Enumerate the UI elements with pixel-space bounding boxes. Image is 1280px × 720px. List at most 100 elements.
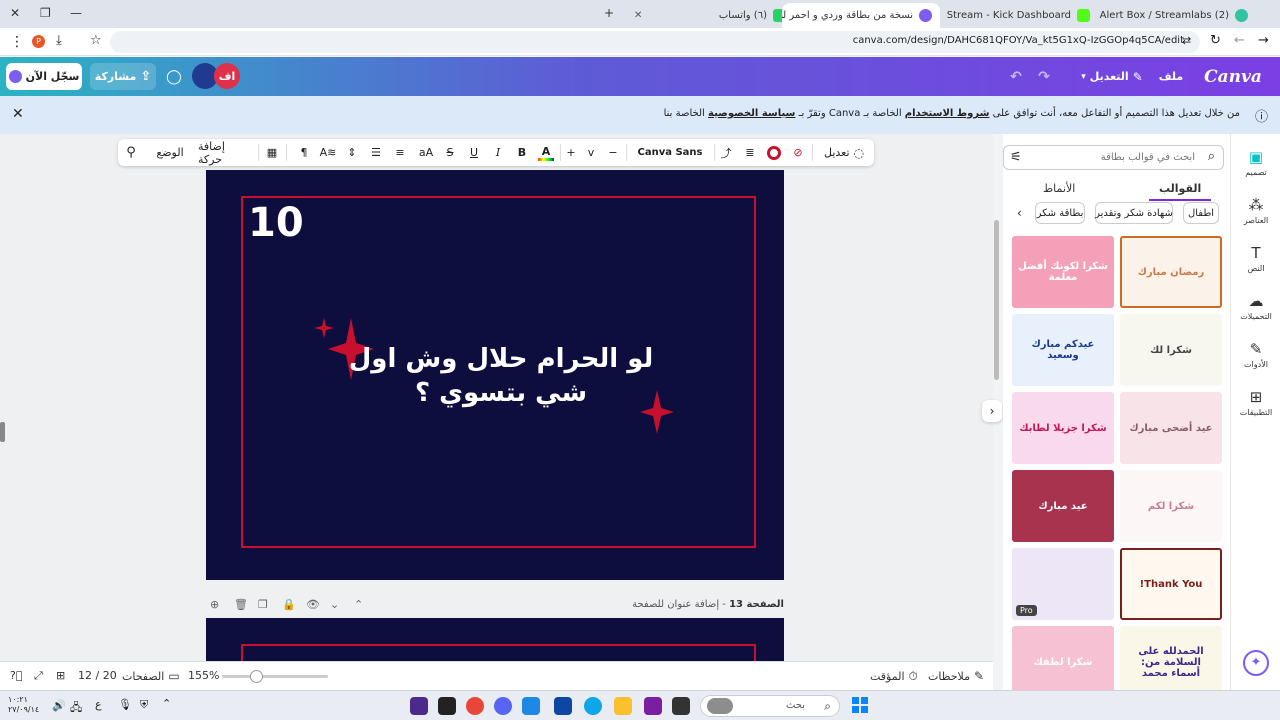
- tab-streamlabs[interactable]: (2) Alert Box / Streamlabs ✕: [1098, 3, 1256, 28]
- color-circle-icon[interactable]: [766, 144, 782, 161]
- clock[interactable]: ١٠:٢١ ٢٧/٠٩/١٤: [8, 695, 39, 715]
- app-icon-2[interactable]: [438, 697, 456, 715]
- sidebar-item-text[interactable]: T النص: [1231, 244, 1280, 273]
- chrome-icon[interactable]: [466, 697, 484, 715]
- new-tab-icon[interactable]: +: [604, 6, 614, 20]
- line-spacing-icon[interactable]: ⇕: [344, 144, 360, 161]
- edit-element-button[interactable]: ◌ تعديل: [818, 144, 870, 161]
- panel-resize-handle[interactable]: [0, 422, 5, 442]
- font-family-select[interactable]: Canva Sans: [630, 144, 710, 161]
- app-icon-9[interactable]: [644, 697, 662, 715]
- app-icon-5[interactable]: [522, 697, 540, 715]
- position-button[interactable]: الوضع: [152, 144, 188, 161]
- zoom-slider[interactable]: [222, 670, 328, 683]
- windows-start-icon[interactable]: [852, 697, 868, 713]
- text-effects-icon[interactable]: A≋: [320, 144, 337, 161]
- bookmark-star-icon[interactable]: ☆: [90, 33, 102, 48]
- minimize-window-icon[interactable]: —: [70, 6, 82, 20]
- align-center-icon[interactable]: ≡: [392, 144, 408, 161]
- template-search-box[interactable]: ⚟ ⌕: [1003, 145, 1224, 170]
- canva-logo[interactable]: Canva: [1200, 63, 1266, 90]
- slide-question-text[interactable]: لو الحرام حلال وش اول شي بتسوي ؟: [336, 342, 666, 410]
- page-counter[interactable]: 20 / 12: [78, 669, 117, 682]
- slide-canvas[interactable]: 10 لو الحرام حلال وش اول شي بتسوي ؟: [206, 170, 784, 580]
- filter-icon[interactable]: ⚟: [1010, 150, 1022, 165]
- app-icon-1[interactable]: [410, 697, 428, 715]
- sidebar-item-uploads[interactable]: ☁ التحميلات: [1231, 292, 1280, 321]
- tab-templates[interactable]: القوالب: [1149, 182, 1212, 201]
- tray-chevron-icon[interactable]: ⌃: [162, 697, 171, 710]
- timer-button[interactable]: ⏱ المؤقت: [870, 669, 918, 684]
- text-color-icon[interactable]: A: [538, 144, 554, 161]
- template-thumbnail[interactable]: عيدكم مبارك وسعيد: [1012, 314, 1114, 386]
- zoom-value[interactable]: 155%: [188, 669, 219, 682]
- chevron-down-icon[interactable]: ⌄: [330, 598, 339, 611]
- back-icon[interactable]: →: [1258, 33, 1269, 48]
- comment-icon[interactable]: ◯: [162, 63, 186, 90]
- pages-button[interactable]: ▭ الصفحات: [122, 669, 180, 683]
- terms-link[interactable]: شروط الاستخدام: [905, 108, 990, 119]
- font-size-increase-button[interactable]: +: [564, 144, 578, 161]
- chip-certificate[interactable]: شهادة شكر وتقدير: [1095, 202, 1173, 224]
- animate-button[interactable]: إضافة حركة: [198, 140, 252, 166]
- zoom-slider-thumb[interactable]: [250, 670, 263, 683]
- template-thumbnail[interactable]: عيد مبارك: [1012, 470, 1114, 542]
- close-tab-icon[interactable]: ✕: [634, 10, 642, 21]
- help-icon[interactable]: ?⃝: [10, 669, 22, 682]
- paint-format-icon[interactable]: ⚲: [123, 144, 139, 161]
- transparency-icon[interactable]: ▦: [264, 144, 280, 161]
- forward-icon[interactable]: ←: [1234, 33, 1245, 48]
- download-icon[interactable]: ⤓: [56, 33, 62, 48]
- template-thumbnail[interactable]: Pro: [1012, 548, 1114, 620]
- template-thumbnail[interactable]: شكرا لكم: [1120, 470, 1222, 542]
- template-thumbnail[interactable]: شكرا لك: [1120, 314, 1222, 386]
- store-icon[interactable]: [554, 697, 572, 715]
- chip-thank-card[interactable]: بطاقة شكر: [1035, 202, 1085, 224]
- input-language[interactable]: ع: [95, 698, 102, 711]
- discord-icon[interactable]: [494, 697, 512, 715]
- font-size-decrease-button[interactable]: −: [606, 144, 620, 161]
- template-thumbnail[interactable]: الحمدلله على السلامة من: أسماء محمد: [1120, 626, 1222, 698]
- tab-kick[interactable]: Stream - Kick Dashboard ✕: [940, 3, 1098, 28]
- network-icon[interactable]: 🖧: [70, 699, 82, 718]
- tab-canva[interactable]: نسخة من بطاقة وردي و احمر لط... ✕: [782, 3, 940, 28]
- app-icon-10[interactable]: [672, 697, 690, 715]
- taskbar-search[interactable]: بحث ⌕: [700, 695, 840, 717]
- undo-icon[interactable]: ↶: [1006, 63, 1026, 90]
- tab-whatsapp[interactable]: (٦) واتساب ✕: [626, 3, 794, 28]
- edge-icon[interactable]: [584, 697, 602, 715]
- share-button[interactable]: ⇪ مشاركة: [90, 63, 156, 90]
- chevron-up-icon[interactable]: ⌃: [354, 598, 363, 611]
- redo-icon[interactable]: ↷: [1034, 63, 1054, 90]
- curve-text-icon[interactable]: ⤴: [718, 144, 734, 161]
- sidebar-item-apps[interactable]: ⊞ التطبيقات: [1231, 388, 1280, 417]
- signup-button[interactable]: سجّل الآن: [6, 63, 82, 90]
- italic-button[interactable]: I: [490, 144, 506, 161]
- chip-kids[interactable]: اطفال: [1183, 202, 1219, 224]
- close-tab-icon[interactable]: ✕: [940, 10, 941, 21]
- template-search-input[interactable]: [1030, 148, 1195, 167]
- sidebar-item-design[interactable]: ▣ تصميم: [1231, 148, 1280, 177]
- template-thumbnail[interactable]: شكرا لكونك أفضل معلمة: [1012, 236, 1114, 308]
- edit-menu-button[interactable]: ✎ التعديل ▾: [1074, 63, 1150, 90]
- collapse-panel-button[interactable]: ›: [982, 400, 1002, 422]
- notes-button[interactable]: ✎ ملاحظات: [928, 669, 984, 683]
- speaker-icon[interactable]: 🔊: [52, 699, 66, 712]
- hide-page-icon[interactable]: 👁: [306, 598, 320, 611]
- reload-icon[interactable]: ↻: [1210, 33, 1221, 48]
- text-direction-icon[interactable]: ¶: [296, 144, 312, 161]
- file-menu-button[interactable]: ملف: [1156, 63, 1186, 90]
- font-size-value[interactable]: v: [584, 144, 598, 161]
- close-notice-icon[interactable]: ✕: [12, 106, 24, 122]
- template-thumbnail[interactable]: Thank You!: [1120, 548, 1222, 620]
- case-button[interactable]: aA: [416, 144, 436, 161]
- bold-button[interactable]: B: [514, 144, 530, 161]
- menu-dots-icon[interactable]: ⋮: [10, 34, 24, 50]
- grid-view-icon[interactable]: ⊞: [56, 669, 65, 682]
- next-slide-preview[interactable]: [206, 618, 784, 662]
- template-thumbnail[interactable]: عيد أضحى مبارك: [1120, 392, 1222, 464]
- slide-number[interactable]: 10: [248, 200, 304, 246]
- list-icon[interactable]: ☰: [368, 144, 384, 161]
- file-explorer-icon[interactable]: [614, 697, 632, 715]
- add-page-icon[interactable]: ⊕: [210, 598, 219, 611]
